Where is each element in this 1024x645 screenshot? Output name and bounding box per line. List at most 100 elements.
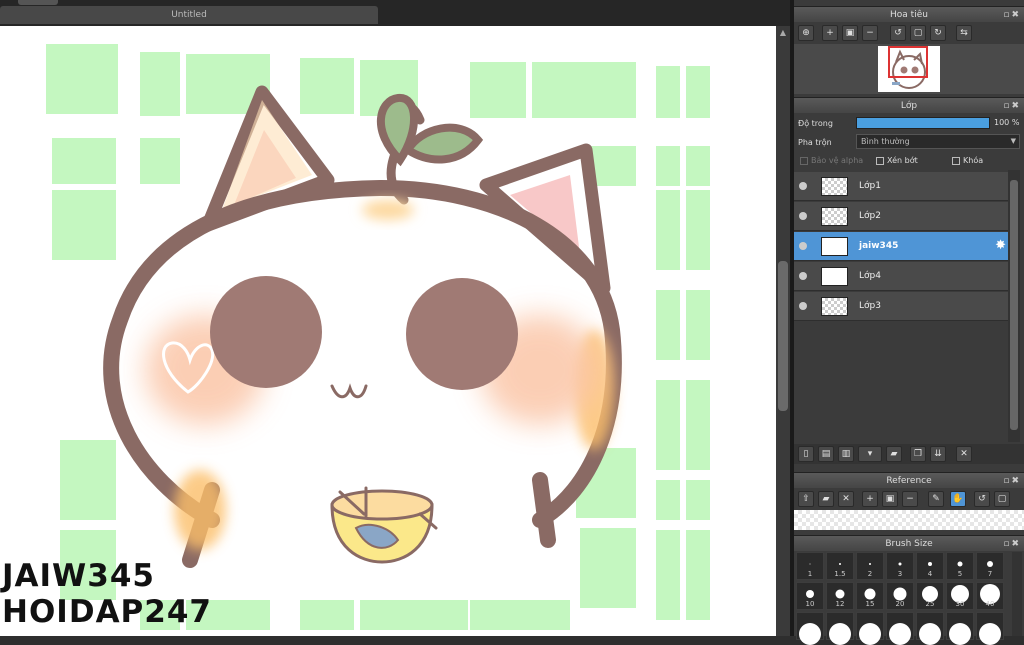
blend-mode-select[interactable]: Bình thường ▼: [856, 134, 1020, 149]
rotate-right-icon[interactable]: ↻: [930, 25, 946, 41]
brush-size-cell[interactable]: 25: [916, 582, 944, 610]
brush-size-cell[interactable]: 7: [976, 552, 1004, 580]
navigator-preview[interactable]: [794, 44, 1024, 94]
watermark: JAIW345 HOIDAP247: [2, 558, 212, 630]
brush-scrollbar[interactable]: [1012, 552, 1022, 636]
layer-name: Lớp3: [859, 301, 881, 311]
brush-size-cell[interactable]: 20: [886, 582, 914, 610]
brush-size-grid: 1 1.5 2 3 4 5 7 10 12 15 20 25 30 40: [796, 552, 1010, 645]
visibility-eye-icon[interactable]: [799, 242, 807, 250]
eyedropper-icon[interactable]: ✎: [928, 491, 944, 507]
brush-size-cell[interactable]: 30: [946, 582, 974, 610]
navigator-toolbar: ⊕ + ▣ − ↺ ▢ ↻ ⇆: [794, 23, 1024, 43]
close-icon[interactable]: ✖: [1011, 101, 1021, 111]
close-icon[interactable]: ✖: [1011, 10, 1021, 20]
new-layer-icon[interactable]: ▯: [798, 446, 814, 462]
zoom-out-icon[interactable]: −: [902, 491, 918, 507]
reference-title: Reference: [886, 476, 932, 486]
zoom-fit-icon[interactable]: ⊕: [798, 25, 814, 41]
scroll-up-arrow-icon[interactable]: ▲: [776, 26, 790, 40]
protect-alpha-label: Bảo vệ alpha: [811, 156, 864, 165]
layer-thumbnail: [821, 267, 848, 286]
top-tab[interactable]: [18, 0, 58, 5]
visibility-eye-icon[interactable]: [799, 272, 807, 280]
scrollbar-thumb[interactable]: [1010, 180, 1018, 430]
fit-window-icon[interactable]: ▣: [882, 491, 898, 507]
reference-toolbar: ⇧ ▰ ✕ + ▣ − ✎ ✋ ↺ ▢: [794, 489, 1024, 509]
clipping-label: Xén bớt: [887, 156, 918, 165]
new-layer-1bit-icon[interactable]: ▥: [838, 446, 854, 462]
zoom-in-icon[interactable]: +: [862, 491, 878, 507]
layer-thumbnail: [821, 207, 848, 226]
opacity-value: 100 %: [994, 118, 1020, 127]
navigator-viewport-box[interactable]: [888, 46, 928, 78]
top-bar: Untitled: [0, 0, 790, 26]
artwork: [46, 44, 710, 630]
hand-icon[interactable]: ✋: [950, 491, 966, 507]
chevron-down-icon: ▼: [1010, 137, 1016, 145]
watermark-line2: HOIDAP247: [2, 594, 212, 630]
brush-size-cell[interactable]: 5: [946, 552, 974, 580]
actual-size-icon[interactable]: ▢: [910, 25, 926, 41]
visibility-eye-icon[interactable]: [799, 302, 807, 310]
fit-window-icon[interactable]: ▣: [842, 25, 858, 41]
layer-row[interactable]: Lớp3: [794, 292, 1008, 321]
layer-name: Lớp2: [859, 211, 881, 221]
document-tab[interactable]: Untitled: [0, 6, 378, 24]
opacity-label: Độ trong: [798, 119, 833, 128]
close-icon[interactable]: ✖: [1011, 476, 1021, 486]
new-layer-menu-icon[interactable]: ▾: [858, 446, 882, 462]
open-folder-icon[interactable]: ▰: [818, 491, 834, 507]
brush-size-cell[interactable]: 10: [796, 582, 824, 610]
brush-size-cell[interactable]: 4: [916, 552, 944, 580]
brush-size-cell[interactable]: 15: [856, 582, 884, 610]
layer-row[interactable]: Lớp1: [794, 172, 1008, 201]
brush-size-cell[interactable]: 40: [976, 582, 1004, 610]
right-eye: [406, 278, 518, 390]
layer-name: Lớp4: [859, 271, 881, 281]
reference-header: Reference ▫✖: [794, 472, 1024, 488]
lock-checkbox[interactable]: Khóa: [952, 156, 983, 165]
layer-toolbar: ▯ ▤ ▥ ▾ ▰ ❐ ⇊ ✕: [794, 444, 1024, 464]
canvas-scrollbar[interactable]: ▲: [776, 26, 790, 636]
brush-size-cell[interactable]: 1: [796, 552, 824, 580]
upload-icon[interactable]: ⇧: [798, 491, 814, 507]
opacity-slider[interactable]: [856, 117, 990, 129]
drawing-canvas[interactable]: JAIW345 HOIDAP247: [0, 26, 776, 636]
zoom-out-icon[interactable]: −: [862, 25, 878, 41]
visibility-eye-icon[interactable]: [799, 182, 807, 190]
brush-size-title: Brush Size: [885, 539, 933, 549]
brush-size-cell[interactable]: 12: [826, 582, 854, 610]
reference-image-area[interactable]: [794, 510, 1024, 530]
layer-row[interactable]: Lớp4: [794, 262, 1008, 291]
delete-layer-icon[interactable]: ✕: [956, 446, 972, 462]
zoom-in-icon[interactable]: +: [822, 25, 838, 41]
flip-icon[interactable]: ⇆: [956, 25, 972, 41]
layer-row[interactable]: Lớp2: [794, 202, 1008, 231]
gear-icon[interactable]: ✸: [995, 238, 1006, 253]
merge-layer-icon[interactable]: ⇊: [930, 446, 946, 462]
clipping-checkbox[interactable]: Xén bớt: [876, 156, 918, 165]
scrollbar-thumb[interactable]: [778, 261, 788, 411]
layer-thumbnail: [821, 297, 848, 316]
rotate-left-icon[interactable]: ↺: [890, 25, 906, 41]
right-panel: Hoa tiêu ▫✖ ⊕ + ▣ − ↺ ▢ ↻ ⇆ Lớp ▫✖ Độ tr…: [794, 0, 1024, 645]
close-icon[interactable]: ✖: [1011, 539, 1021, 549]
duplicate-layer-icon[interactable]: ❐: [910, 446, 926, 462]
lock-label: Khóa: [963, 156, 984, 165]
brush-size-cell[interactable]: 1.5: [826, 552, 854, 580]
layer-name: jaiw345: [859, 241, 899, 251]
layer-scrollbar[interactable]: [1008, 170, 1020, 442]
fit-icon[interactable]: ▢: [994, 491, 1010, 507]
brush-size-cell[interactable]: 2: [856, 552, 884, 580]
watermark-line1: JAIW345: [2, 558, 155, 594]
rotate-icon[interactable]: ↺: [974, 491, 990, 507]
layer-thumbnail: [821, 177, 848, 196]
protect-alpha-checkbox[interactable]: Bảo vệ alpha: [800, 156, 863, 165]
brush-size-cell[interactable]: 3: [886, 552, 914, 580]
new-layer-8bit-icon[interactable]: ▤: [818, 446, 834, 462]
close-reference-icon[interactable]: ✕: [838, 491, 854, 507]
layer-row-selected[interactable]: jaiw345 ✸: [794, 232, 1008, 261]
visibility-eye-icon[interactable]: [799, 212, 807, 220]
folder-icon[interactable]: ▰: [886, 446, 902, 462]
